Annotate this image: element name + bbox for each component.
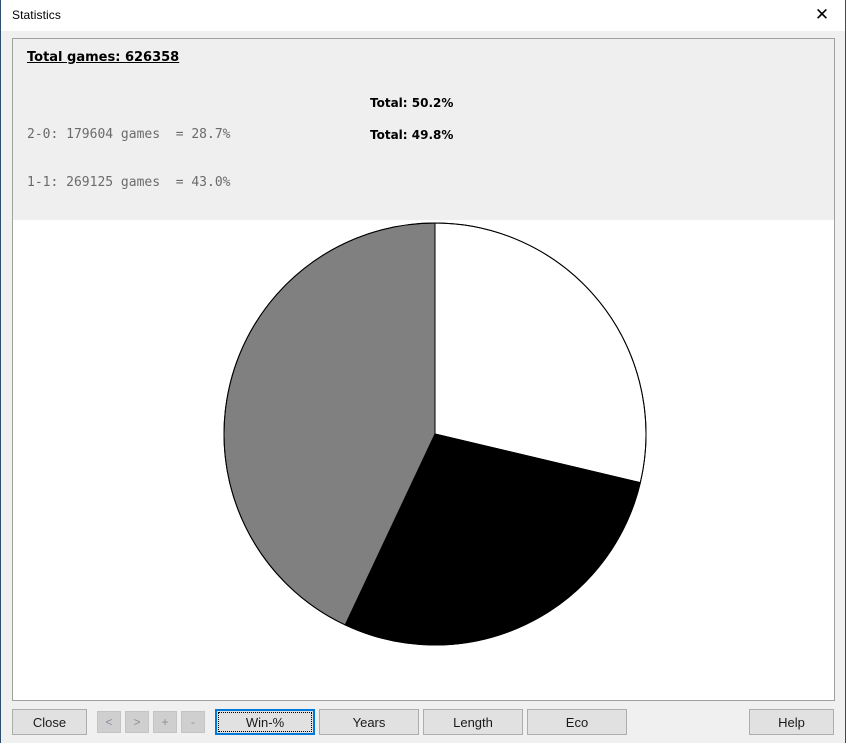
close-dialog-button[interactable]: Close: [12, 709, 87, 735]
previous-button[interactable]: <: [97, 711, 121, 733]
total-games-heading: Total games: 626358: [27, 50, 180, 65]
total-white-score: Total: 50.2%: [370, 96, 454, 110]
stats-row: 2-0: 179604 games = 28.7%: [27, 127, 231, 142]
button-bar: Close < > + - Win-% Years Length Eco Hel…: [1, 701, 845, 743]
pie-chart: [214, 213, 654, 658]
tab-length[interactable]: Length: [423, 709, 523, 735]
tab-eco[interactable]: Eco: [527, 709, 627, 735]
statistics-window: Statistics ✕ Total games: 626358 2-0: 17…: [0, 0, 846, 743]
close-button[interactable]: ✕: [799, 0, 845, 30]
window-title: Statistics: [12, 8, 62, 22]
close-icon: ✕: [814, 4, 830, 25]
client-area: Total games: 626358 2-0: 179604 games = …: [1, 31, 845, 701]
totals-column: Total: 50.2% Total: 49.8%: [370, 95, 453, 143]
next-button[interactable]: >: [125, 711, 149, 733]
stats-panel: Total games: 626358 2-0: 179604 games = …: [13, 39, 834, 238]
total-spacer: [370, 111, 453, 127]
zoom-out-button[interactable]: -: [181, 711, 205, 733]
zoom-in-button[interactable]: +: [153, 711, 177, 733]
tab-years[interactable]: Years: [319, 709, 419, 735]
tab-win-percent-label: Win-%: [245, 714, 285, 730]
content-container: Total games: 626358 2-0: 179604 games = …: [12, 38, 835, 701]
total-black-score: Total: 49.8%: [370, 128, 454, 142]
stats-row: 1-1: 269125 games = 43.0%: [27, 175, 231, 190]
chart-area: [13, 220, 834, 700]
help-button[interactable]: Help: [749, 709, 834, 735]
title-bar: Statistics ✕: [1, 0, 845, 31]
tab-win-percent[interactable]: Win-%: [215, 709, 315, 735]
pie-chart-svg: [223, 222, 647, 646]
